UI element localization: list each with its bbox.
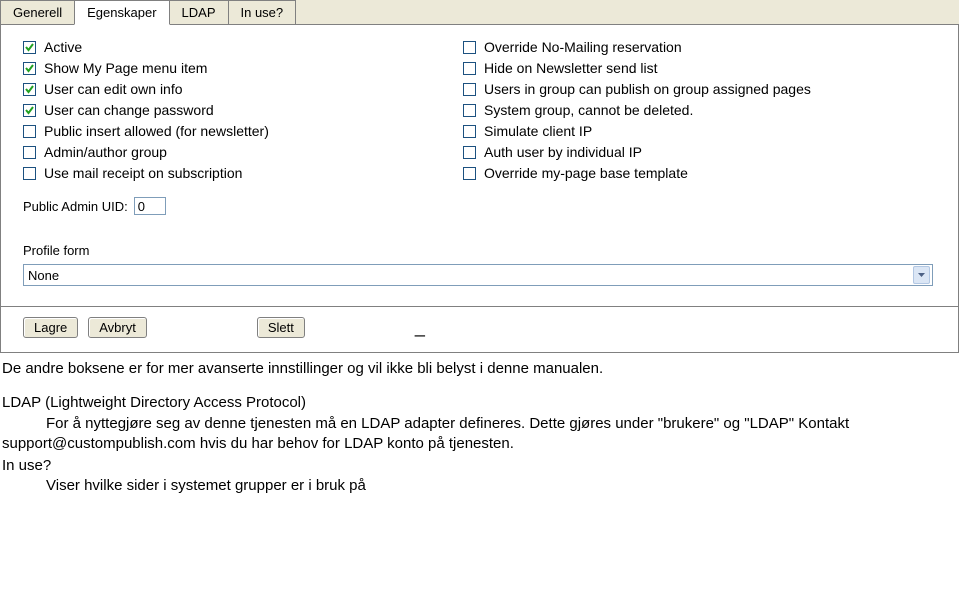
checkbox-row: Simulate client IP [463,123,940,139]
tab-egenskaper[interactable]: Egenskaper [74,0,169,25]
checkbox-label: Users in group can publish on group assi… [484,81,811,97]
checkbox-right-4[interactable] [463,125,476,138]
checkbox-left-5[interactable] [23,146,36,159]
checkbox-label: User can edit own info [44,81,183,97]
delete-button[interactable]: Slett [257,317,305,338]
checkbox-label: Show My Page menu item [44,60,207,76]
profile-form-label: Profile form [23,243,940,258]
checkbox-label: Public insert allowed (for newsletter) [44,123,269,139]
checkbox-label: User can change password [44,102,214,118]
tab-generell[interactable]: Generell [0,0,75,24]
checkbox-right-1[interactable] [463,62,476,75]
checkbox-left-1[interactable] [23,62,36,75]
checkbox-row: Show My Page menu item [23,60,423,76]
profile-form-select[interactable]: None [23,264,933,286]
checkbox-row: Override my-page base template [463,165,940,181]
checkbox-row: User can change password [23,102,423,118]
checkbox-row: Users in group can publish on group assi… [463,81,940,97]
public-admin-uid-label: Public Admin UID: [23,199,128,214]
checkbox-right-3[interactable] [463,104,476,117]
body-ldap-text: For å nyttegjøre seg av denne tjenesten … [2,414,957,455]
checkbox-label: Auth user by individual IP [484,144,642,160]
public-admin-uid-input[interactable] [134,197,166,215]
profile-form-value: None [28,268,913,283]
checkbox-label: Admin/author group [44,144,167,160]
checkbox-label: Override my-page base template [484,165,688,181]
checkbox-label: Active [44,39,82,55]
checkbox-label: Use mail receipt on subscription [44,165,242,181]
checkbox-label: Hide on Newsletter send list [484,60,658,76]
chevron-down-icon [913,266,930,284]
checkbox-row: Use mail receipt on subscription [23,165,423,181]
checkbox-label: Override No-Mailing reservation [484,39,682,55]
checkbox-row: System group, cannot be deleted. [463,102,940,118]
checkbox-label: System group, cannot be deleted. [484,102,693,118]
checkbox-left-2[interactable] [23,83,36,96]
checkbox-right-6[interactable] [463,167,476,180]
checkbox-right-2[interactable] [463,83,476,96]
checkbox-row: Admin/author group [23,144,423,160]
checkbox-left-3[interactable] [23,104,36,117]
checkbox-left-0[interactable] [23,41,36,54]
checkbox-label: Simulate client IP [484,123,592,139]
checkbox-left-4[interactable] [23,125,36,138]
checkbox-right-5[interactable] [463,146,476,159]
checkbox-right-0[interactable] [463,41,476,54]
body-ldap-heading: LDAP (Lightweight Directory Access Proto… [2,393,957,413]
save-button[interactable]: Lagre [23,317,78,338]
checkbox-row: User can edit own info [23,81,423,97]
checkbox-row: Public insert allowed (for newsletter) [23,123,423,139]
checkbox-left-6[interactable] [23,167,36,180]
underscore-mark: _ [415,317,425,338]
checkbox-row: Auth user by individual IP [463,144,940,160]
body-inuse-heading: In use? [2,456,957,476]
body-inuse-text: Viser hvilke sider i systemet grupper er… [2,476,957,496]
cancel-button[interactable]: Avbryt [88,317,147,338]
checkbox-row: Active [23,39,423,55]
checkbox-row: Hide on Newsletter send list [463,60,940,76]
tab-in-use[interactable]: In use? [228,0,297,24]
body-paragraph-1: De andre boksene er for mer avanserte in… [2,359,957,379]
tab-ldap[interactable]: LDAP [169,0,229,24]
checkbox-row: Override No-Mailing reservation [463,39,940,55]
